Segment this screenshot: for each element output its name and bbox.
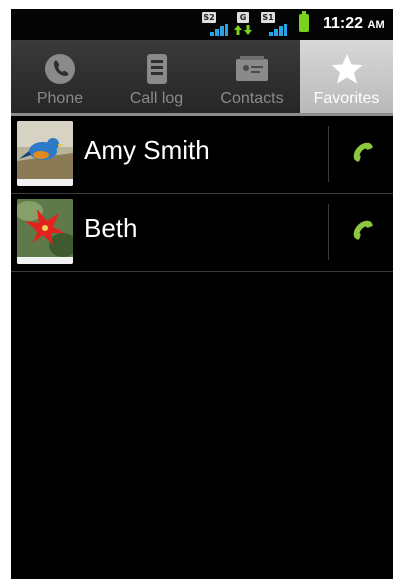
data-transfer-icon: G — [233, 12, 255, 36]
sim2-signal-icon: S2 — [202, 12, 228, 36]
call-button[interactable] — [329, 194, 393, 271]
list-item[interactable]: Beth — [11, 194, 393, 272]
bird-photo — [17, 121, 73, 179]
call-button[interactable] — [329, 116, 393, 193]
battery-icon — [299, 11, 309, 32]
phone-icon — [42, 52, 78, 86]
call-icon — [353, 142, 373, 162]
favorites-list: Amy Smith Beth — [11, 116, 393, 272]
tab-bar: Phone Call log Contacts Favorites — [11, 40, 393, 113]
star-icon — [329, 52, 365, 86]
contact-name: Amy Smith — [84, 135, 210, 165]
avatar[interactable] — [17, 121, 73, 186]
avatar[interactable] — [17, 199, 73, 264]
tab-contacts[interactable]: Contacts — [204, 40, 300, 113]
contacts-icon — [234, 52, 270, 86]
list-item[interactable]: Amy Smith — [11, 116, 393, 194]
tab-call-log[interactable]: Call log — [109, 40, 204, 113]
phone-screen: S2 G S1 11:22 AM Phone Call log Contacts… — [11, 9, 393, 579]
status-bar: S2 G S1 11:22 AM — [11, 9, 393, 40]
status-clock: 11:22 AM — [323, 15, 385, 32]
sim1-signal-icon: S1 — [261, 12, 287, 36]
flower-photo — [17, 199, 73, 257]
call-icon — [353, 220, 373, 240]
call-log-icon — [139, 52, 175, 86]
tab-phone[interactable]: Phone — [11, 40, 109, 113]
tab-favorites[interactable]: Favorites — [300, 40, 393, 113]
contact-name: Beth — [84, 213, 138, 243]
